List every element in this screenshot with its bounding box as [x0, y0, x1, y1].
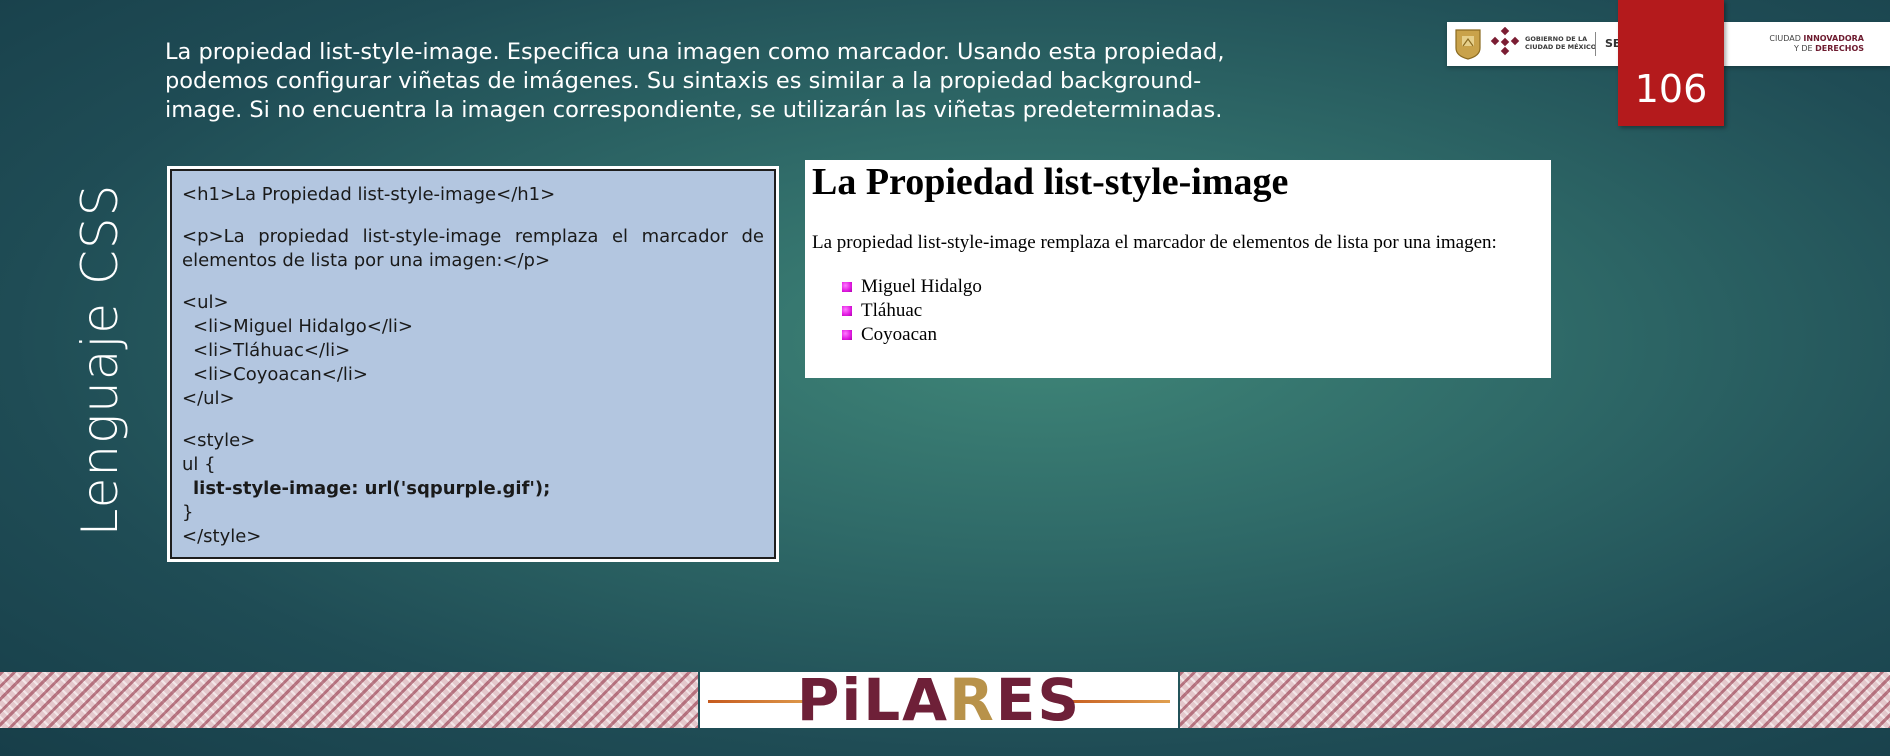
list-item-label: Tláhuac: [861, 300, 923, 321]
code-line: <style>: [182, 430, 256, 451]
logo-divider: [1595, 32, 1596, 56]
ciudad-innovadora-slogan: CIUDAD INNOVADORA Y DE DERECHOS: [1769, 34, 1864, 53]
footer-pattern-right: [1180, 672, 1890, 728]
code-example-content: <h1>La Propiedad list-style-image</h1> <…: [170, 169, 776, 559]
code-line: </style>: [182, 526, 262, 547]
code-line: <li>Coyoacan</li>: [193, 364, 369, 385]
code-line: }: [182, 502, 194, 523]
mexico-city-seal-icon: [1455, 29, 1481, 60]
preview-heading: La Propiedad list-style-image: [812, 161, 1289, 203]
code-line: <p>La propiedad list-style-image remplaz…: [182, 226, 764, 271]
slide-title-text: Lenguaje CSS: [71, 183, 129, 537]
code-example-box: <h1>La Propiedad list-style-image</h1> <…: [167, 166, 779, 562]
footer-pattern-left: [0, 672, 698, 728]
preview-paragraph: La propiedad list-style-image remplaza e…: [812, 232, 1497, 253]
square-bullet-icon: [842, 306, 852, 316]
list-item: Coyoacan: [842, 323, 982, 347]
pilares-logo: PiLARES: [700, 668, 1178, 732]
pilares-wordmark: PiLARES: [796, 666, 1082, 734]
list-item: Miguel Hidalgo: [842, 275, 982, 299]
gov-cdmx-text: GOBIERNO DE LA CIUDAD DE MÉXICO: [1525, 35, 1597, 51]
preview-list: Miguel Hidalgo Tláhuac Coyoacan: [842, 275, 982, 347]
intro-paragraph: La propiedad list-style-image. Especific…: [165, 39, 1225, 123]
code-line-highlighted: list-style-image: url('sqpurple.gif');: [193, 478, 551, 499]
page-number: 106: [1634, 67, 1708, 111]
pilares-footer-banner: PiLARES: [0, 668, 1890, 732]
square-bullet-icon: [842, 330, 852, 340]
list-item: Tláhuac: [842, 299, 982, 323]
list-item-label: Coyoacan: [861, 324, 937, 345]
code-line: <ul>: [182, 292, 229, 313]
code-line: ul {: [182, 454, 216, 475]
code-line: <li>Miguel Hidalgo</li>: [193, 316, 413, 337]
list-item-label: Miguel Hidalgo: [861, 276, 982, 297]
code-line: </ul>: [182, 388, 235, 409]
code-line: <h1>La Propiedad list-style-image</h1>: [182, 184, 556, 205]
square-bullet-icon: [842, 282, 852, 292]
code-line: <li>Tláhuac</li>: [193, 340, 351, 361]
cdmx-logo-icon: [1490, 27, 1520, 56]
vertical-slide-title: Lenguaje CSS: [40, 180, 160, 540]
rendered-preview: La Propiedad list-style-image La propied…: [805, 160, 1551, 378]
